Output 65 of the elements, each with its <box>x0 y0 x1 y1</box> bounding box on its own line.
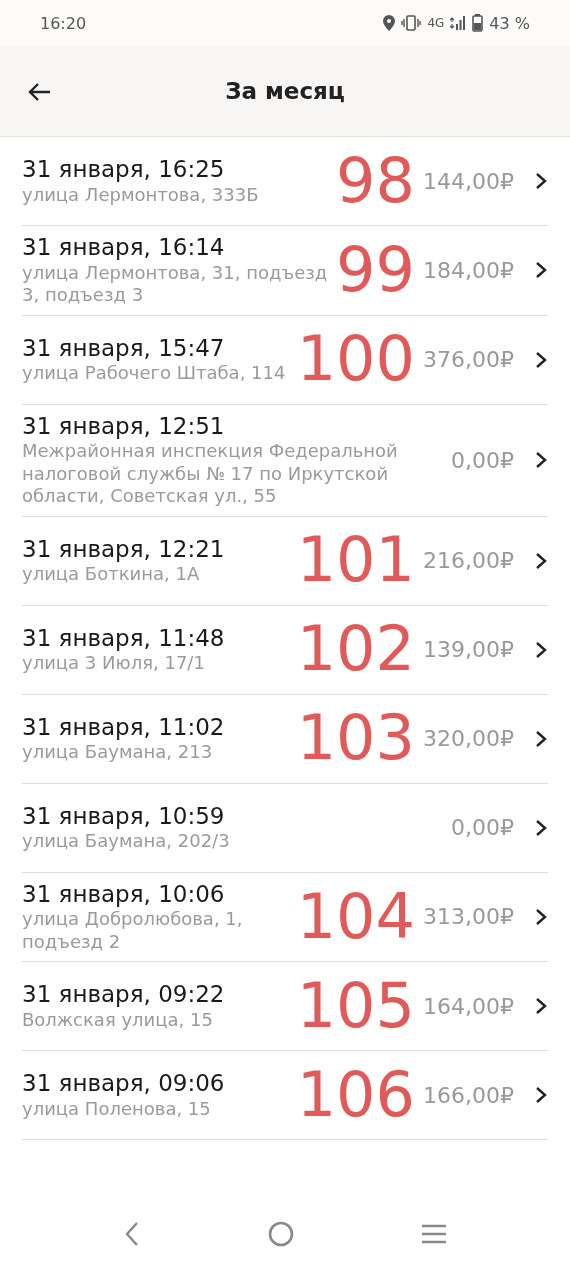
transaction-amount: 139,00₽ <box>423 637 514 663</box>
annotation-number: 106 <box>296 1065 415 1125</box>
transaction-address: Волжская улица, 15 <box>22 1008 214 1032</box>
battery-icon <box>472 14 484 32</box>
network-type: 4G <box>427 16 445 30</box>
transaction-date: 31 января, 09:22 <box>22 981 226 1009</box>
annotation-number: 105 <box>296 976 415 1036</box>
annotation-number: 99 <box>336 240 415 300</box>
transaction-row[interactable]: 31 января, 10:59 улица Баумана, 202/3 0,00₽ <box>22 783 548 873</box>
chevron-icon <box>534 1086 548 1105</box>
menu-button[interactable] <box>419 1222 448 1246</box>
transaction-address: улица Поленова, 15 <box>22 1097 212 1121</box>
transaction-amount: 320,00₽ <box>423 726 514 752</box>
transaction-address: улица Лермонтова, 333Б <box>22 183 260 207</box>
transaction-amount: 216,00₽ <box>423 548 514 574</box>
transaction-address: Межрайонная инспекция Федеральной налоговой службы № 17 по Иркутской области, Советская ул., 55 <box>22 440 399 508</box>
transaction-date: 31 января, 10:59 <box>22 802 226 831</box>
transaction-address: улица Баумана, 213 <box>22 741 214 764</box>
annotation-number: 104 <box>296 887 415 947</box>
transaction-row[interactable]: 31 января, 12:51 Межрайонная инспекция Федеральной налоговой службы № 17 по Иркутской области, Советская ул., 55 0,00₽ <box>22 404 548 517</box>
annotation-number: 102 <box>296 620 415 680</box>
transaction-date: 31 января, 11:48 <box>22 624 226 653</box>
chevron-icon <box>534 908 548 926</box>
annotation-number: 103 <box>296 709 415 769</box>
transaction-address: улица Рабочего Штаба, 114 <box>22 362 287 385</box>
transaction-date: 31 января, 10:06 <box>22 880 226 909</box>
transaction-address: улица Боткина, 1А <box>22 563 201 586</box>
transaction-date: 31 января, 16:25 <box>22 155 226 184</box>
transaction-date: 31 января, 15:47 <box>22 334 226 363</box>
transaction-date: 31 января, 12:51 <box>22 412 226 441</box>
transaction-date: 31 января, 12:21 <box>22 535 226 564</box>
chevron-icon <box>534 997 548 1016</box>
chevron-icon <box>534 640 548 659</box>
chevron-icon <box>534 172 548 190</box>
chevron-icon <box>534 729 548 748</box>
transaction-amount: 376,00₽ <box>423 347 514 373</box>
chevron-icon <box>534 818 548 837</box>
transaction-address: улица Добролюбова, 1, подъезд 2 <box>22 908 244 954</box>
transaction-amount: 184,00₽ <box>423 257 514 283</box>
transaction-date: 31 января, 16:14 <box>22 234 226 262</box>
transaction-amount: 0,00₽ <box>451 815 514 841</box>
transaction-address: улица Баумана, 202/3 <box>22 830 231 853</box>
transaction-amount: 0,00₽ <box>451 447 514 473</box>
home-button[interactable] <box>267 1220 295 1248</box>
transaction-amount: 313,00₽ <box>423 904 514 930</box>
transaction-amount: 164,00₽ <box>423 993 514 1019</box>
annotation-number: 100 <box>296 330 415 390</box>
chevron-icon <box>534 350 548 369</box>
chevron-icon <box>534 551 548 570</box>
page-title: За месяц <box>224 78 346 104</box>
transaction-address: улица Лермонтова, 31, подъезд 3, подъезд 3 <box>22 261 329 307</box>
chevron-icon <box>534 451 548 470</box>
annotation-number: 98 <box>336 151 415 211</box>
chevron-icon <box>534 261 548 280</box>
transaction-amount: 144,00₽ <box>423 168 514 194</box>
transaction-amount: 166,00₽ <box>423 1082 514 1108</box>
transaction-date: 31 января, 11:02 <box>22 713 226 742</box>
battery-level: 43 % <box>489 13 530 33</box>
transaction-address: улица 3 Июля, 17/1 <box>22 652 206 675</box>
location-icon <box>383 15 396 31</box>
status-time: 16:20 <box>40 13 87 33</box>
transaction-date: 31 января, 09:06 <box>22 1070 226 1098</box>
annotation-number: 101 <box>296 531 415 591</box>
signal-icon <box>450 15 467 31</box>
vibrate-icon <box>401 15 422 31</box>
